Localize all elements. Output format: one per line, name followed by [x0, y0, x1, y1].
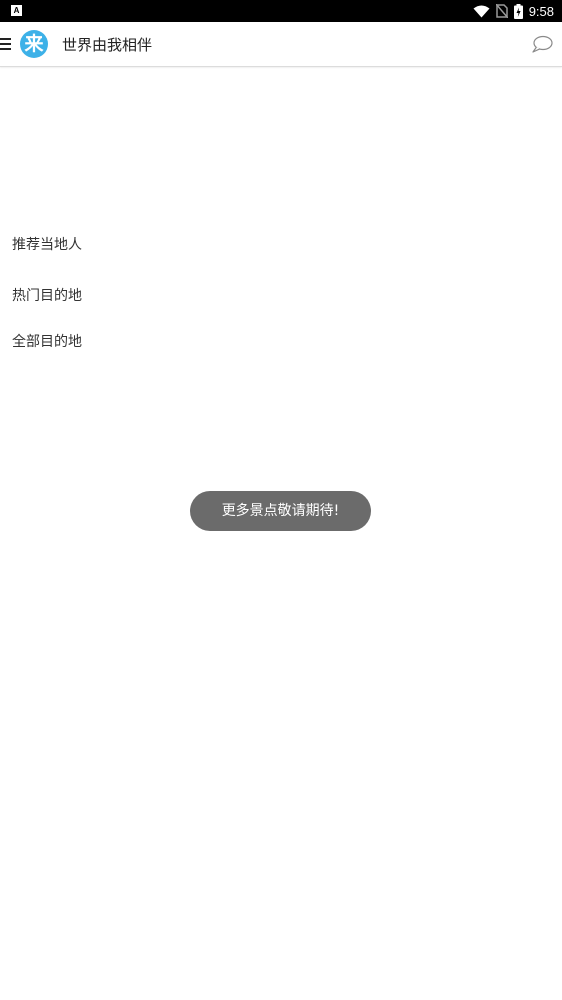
- status-bar: A 9:58: [0, 0, 562, 22]
- app-logo-char: 来: [24, 33, 44, 55]
- chat-bubble-icon[interactable]: [531, 35, 553, 53]
- hamburger-menu-icon[interactable]: [0, 36, 11, 52]
- status-icons: 9:58: [473, 0, 554, 22]
- no-sim-icon: [495, 4, 508, 18]
- menu-item-recommended-locals[interactable]: 推荐当地人: [12, 234, 82, 254]
- wifi-icon: [473, 5, 490, 17]
- notification-a-icon: A: [11, 5, 22, 16]
- status-time: 9:58: [528, 3, 554, 19]
- app-bar: 来 世界由我相伴: [0, 22, 562, 67]
- menu-item-popular-destinations[interactable]: 热门目的地: [12, 285, 82, 305]
- page-title: 世界由我相伴: [62, 36, 153, 54]
- app-logo: 来: [20, 30, 48, 58]
- battery-charging-icon: [513, 3, 523, 19]
- menu-item-all-destinations[interactable]: 全部目的地: [12, 331, 82, 351]
- notification-a-letter: A: [13, 6, 20, 15]
- toast-message: 更多景点敬请期待!: [190, 491, 371, 531]
